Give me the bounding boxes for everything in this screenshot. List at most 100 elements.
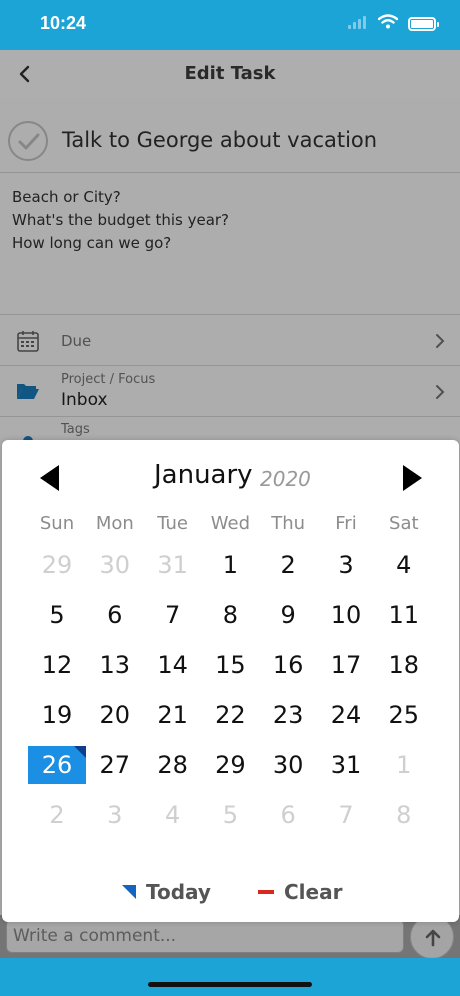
today-label: Today xyxy=(146,880,211,904)
day-cell[interactable]: 16 xyxy=(259,646,317,684)
day-number: 5 xyxy=(49,601,65,629)
bottom-bar xyxy=(0,958,460,996)
weekday-label: Sun xyxy=(39,513,75,534)
status-icons xyxy=(348,14,439,33)
day-cell[interactable]: 4 xyxy=(375,546,433,584)
day-cell[interactable]: 7 xyxy=(144,596,202,634)
day-number: 3 xyxy=(107,801,123,829)
day-cell[interactable]: 23 xyxy=(259,696,317,734)
status-bar: 10:24 xyxy=(0,0,460,50)
weekday-label: Sat xyxy=(389,513,419,534)
day-number: 2 xyxy=(49,801,65,829)
day-number: 23 xyxy=(272,701,304,729)
day-cell[interactable]: 6 xyxy=(86,596,144,634)
day-number: 22 xyxy=(215,701,246,729)
day-cell[interactable]: 24 xyxy=(317,696,375,734)
day-cell[interactable]: 3 xyxy=(86,796,144,834)
day-cell[interactable]: 28 xyxy=(144,746,202,784)
weekday-label: Thu xyxy=(271,513,306,534)
year-label[interactable]: 2020 xyxy=(260,467,311,491)
day-cell[interactable]: 29 xyxy=(28,546,86,584)
day-number: 27 xyxy=(99,751,131,779)
clear-button[interactable]: Clear xyxy=(258,880,342,904)
page-title: Edit Task xyxy=(184,63,276,84)
day-cell[interactable]: 8 xyxy=(375,796,433,834)
day-cell[interactable]: 18 xyxy=(375,646,433,684)
day-cell[interactable]: 14 xyxy=(144,646,202,684)
day-number: 10 xyxy=(330,601,362,629)
day-number: 14 xyxy=(157,651,188,679)
day-cell[interactable]: 7 xyxy=(317,796,375,834)
day-cell[interactable]: 9 xyxy=(259,596,317,634)
day-number: 11 xyxy=(388,601,420,629)
day-cell[interactable]: 25 xyxy=(375,696,433,734)
day-number: 5 xyxy=(222,801,239,829)
day-cell[interactable]: 17 xyxy=(317,646,375,684)
signal-icon xyxy=(348,14,368,33)
selected-day-cell[interactable]: 26 xyxy=(28,746,86,784)
day-number: 12 xyxy=(41,651,73,679)
day-cell[interactable]: 30 xyxy=(86,546,144,584)
day-number: 7 xyxy=(338,801,354,829)
weekday-label: Tue xyxy=(157,513,188,534)
day-cell[interactable]: 4 xyxy=(144,796,202,834)
day-cell[interactable]: 2 xyxy=(259,546,317,584)
day-number: 13 xyxy=(99,651,131,679)
day-cell[interactable]: 29 xyxy=(201,746,259,784)
status-time: 10:24 xyxy=(40,13,87,33)
weekday-label: Wed xyxy=(210,513,251,534)
day-cell[interactable]: 1 xyxy=(201,546,259,584)
day-cell[interactable]: 5 xyxy=(28,596,86,634)
home-indicator[interactable] xyxy=(148,982,312,987)
day-cell[interactable]: 6 xyxy=(259,796,317,834)
day-cell[interactable]: 11 xyxy=(375,596,433,634)
day-number: 30 xyxy=(272,751,304,779)
day-cell[interactable]: 5 xyxy=(201,796,259,834)
day-number: 26 xyxy=(41,751,73,779)
today-corner-icon xyxy=(122,885,136,899)
day-number: 2 xyxy=(280,551,296,579)
day-number: 19 xyxy=(41,701,73,729)
day-number: 1 xyxy=(222,551,239,579)
day-cell[interactable]: 8 xyxy=(201,596,259,634)
next-month-button[interactable] xyxy=(400,464,424,492)
calendar-grid: 29 30 31 1 2 3 4 5 6 7 8 9 10 11 12 13 14 15 16 17 18 19 20 21 2… xyxy=(28,546,433,846)
day-number: 3 xyxy=(338,551,354,579)
wifi-icon xyxy=(377,14,399,33)
day-cell[interactable]: 13 xyxy=(86,646,144,684)
day-number: 21 xyxy=(157,701,188,729)
day-number: 18 xyxy=(388,651,420,679)
day-cell[interactable]: 19 xyxy=(28,696,86,734)
day-cell[interactable]: 21 xyxy=(144,696,202,734)
day-cell[interactable]: 3 xyxy=(317,546,375,584)
day-cell[interactable]: 31 xyxy=(144,546,202,584)
previous-month-button[interactable] xyxy=(38,464,62,492)
day-number: 30 xyxy=(99,551,131,579)
today-marker-icon xyxy=(74,746,86,758)
month-label[interactable]: January xyxy=(154,460,253,490)
day-cell[interactable]: 15 xyxy=(201,646,259,684)
day-number: 20 xyxy=(99,701,131,729)
clear-label: Clear xyxy=(284,880,343,904)
day-cell[interactable]: 2 xyxy=(28,796,86,834)
day-cell[interactable]: 12 xyxy=(28,646,86,684)
day-cell[interactable]: 1 xyxy=(375,746,433,784)
weekday-label: Fri xyxy=(335,513,357,534)
day-number: 16 xyxy=(272,651,304,679)
day-cell[interactable]: 31 xyxy=(317,746,375,784)
day-number: 9 xyxy=(280,601,296,629)
weekday-label: Mon xyxy=(95,513,134,534)
day-cell[interactable]: 27 xyxy=(86,746,144,784)
day-cell[interactable]: 30 xyxy=(259,746,317,784)
today-button[interactable]: Today xyxy=(122,880,211,904)
day-cell[interactable]: 10 xyxy=(317,596,375,634)
day-cell[interactable]: 22 xyxy=(201,696,259,734)
day-cell[interactable]: 20 xyxy=(86,696,144,734)
day-number: 4 xyxy=(164,801,181,829)
day-number: 17 xyxy=(330,651,362,679)
date-picker: January 2020 Sun Mon Tue Wed Thu Fri Sat 29 30 3… xyxy=(2,440,459,922)
day-number: 6 xyxy=(107,601,123,629)
day-number: 29 xyxy=(41,551,73,579)
day-number: 24 xyxy=(330,701,362,729)
day-number: 4 xyxy=(396,551,412,579)
